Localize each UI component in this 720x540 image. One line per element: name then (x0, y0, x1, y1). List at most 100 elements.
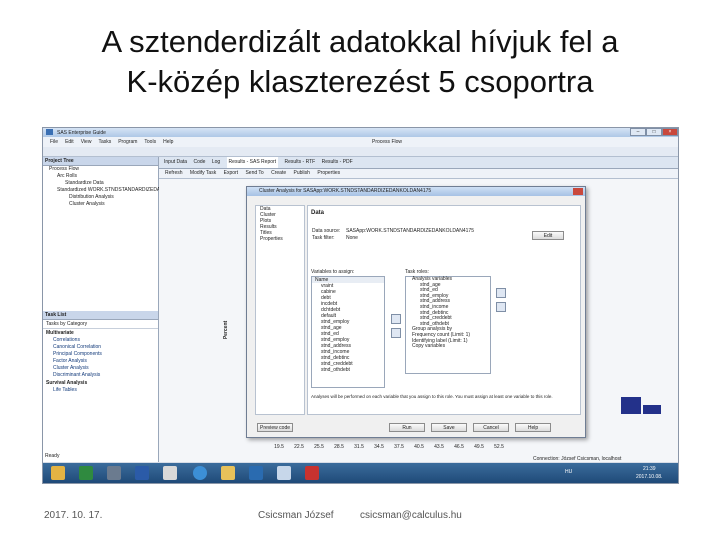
variables-list[interactable]: Name vraint cabine debt incdebt dchtdebt… (311, 276, 385, 388)
preview-code-button[interactable]: Preview code (257, 423, 293, 432)
histogram-bar (643, 405, 661, 414)
acrobat-icon[interactable] (305, 466, 319, 480)
task-section-multivariate: Multivariate (46, 330, 74, 336)
task-roles-list[interactable]: Analysis variables stnd_age stnd_ed stnd… (405, 276, 491, 374)
task-item[interactable]: Cluster Analysis (43, 365, 158, 372)
sas-icon[interactable] (163, 466, 177, 480)
explorer-icon[interactable] (51, 466, 65, 480)
histogram-bar (621, 397, 641, 414)
tab-log[interactable]: Log (212, 157, 220, 168)
menu-program[interactable]: Program (118, 137, 137, 147)
maximize-button[interactable]: □ (646, 128, 662, 136)
help-button[interactable]: Help (515, 423, 551, 432)
move-up-button[interactable] (496, 288, 506, 298)
publish-menu[interactable]: Publish (294, 169, 310, 178)
sas-screenshot: SAS Enterprise Guide – □ × File Edit View T… (42, 127, 679, 484)
send-to-menu[interactable]: Send To (245, 169, 263, 178)
tab-code[interactable]: Code (193, 157, 205, 168)
export-menu[interactable]: Export (224, 169, 238, 178)
tree-item[interactable]: Arc Rolls (43, 173, 158, 180)
internet-explorer-icon[interactable] (193, 466, 207, 480)
task-item[interactable]: Discriminant Analysis (43, 372, 158, 379)
menu-tools[interactable]: Tools (144, 137, 156, 147)
tab-results-rtf[interactable]: Results - RTF (284, 157, 315, 168)
modify-task-button[interactable]: Modify Task (190, 169, 216, 178)
x-tick: 22.5 (294, 444, 304, 450)
menu-tasks[interactable]: Tasks (98, 137, 111, 147)
calculator-icon[interactable] (107, 466, 121, 480)
tree-item[interactable]: Distribution Analysis (43, 194, 158, 201)
role-note: Analyses will be performed on each varia… (311, 394, 553, 399)
slide-title: A sztenderdizált adatokkal hívjuk fel a … (0, 22, 720, 102)
tree-item[interactable]: Process Flow (43, 166, 158, 173)
app-title: SAS Enterprise Guide (57, 130, 106, 136)
task-item[interactable]: Canonical Correlation (43, 344, 158, 351)
menu-file[interactable]: File (50, 137, 58, 147)
role-item[interactable]: Copy variables (406, 344, 490, 350)
x-tick: 25.5 (314, 444, 324, 450)
slide-title-line1: A sztenderdizált adatokkal hívjuk fel a (101, 24, 619, 59)
result-toolbar: Refresh Modify Task Export Send To Creat… (159, 169, 678, 179)
excel-icon[interactable] (79, 466, 93, 480)
dialog-nav: Data Cluster Plots Results Titles Proper… (255, 205, 305, 415)
refresh-button[interactable]: Refresh (165, 169, 183, 178)
paint-icon[interactable] (277, 466, 291, 480)
variable-item[interactable]: stnd_othdebt (312, 367, 384, 373)
app-titlebar: SAS Enterprise Guide – □ × (43, 128, 678, 137)
task-section-survival: Survival Analysis (46, 380, 88, 386)
minimize-button[interactable]: – (630, 128, 646, 136)
task-sort-dropdown[interactable]: Tasks by Category (43, 320, 158, 329)
result-tabs: Input Data Code Log Results - SAS Report… (159, 157, 678, 169)
task-item[interactable]: Correlations (43, 337, 158, 344)
task-filter-label: Task filter: (312, 235, 335, 241)
tree-item[interactable]: Standardized WORK.STNDSTANDARDIZEDANKOLD… (43, 187, 196, 194)
task-item[interactable]: Factor Analysis (43, 358, 158, 365)
x-tick: 49.5 (474, 444, 484, 450)
menu-view[interactable]: View (81, 137, 92, 147)
slide-title-line2: K-közép klaszterezést 5 csoportra (126, 64, 594, 99)
section-heading: Data (311, 210, 325, 216)
tree-item[interactable]: Standardize Data (43, 180, 158, 187)
tab-input-data[interactable]: Input Data (164, 157, 187, 168)
language-indicator[interactable]: HU (565, 469, 572, 475)
menu-edit[interactable]: Edit (65, 137, 74, 147)
close-button[interactable]: × (662, 128, 678, 136)
cancel-button[interactable]: Cancel (473, 423, 509, 432)
run-button[interactable]: Run (389, 423, 425, 432)
remove-arrow-button[interactable] (391, 328, 401, 338)
task-filter-value: None (346, 235, 358, 241)
media-player-icon[interactable] (249, 466, 263, 480)
roles-label: Task roles: (405, 269, 429, 275)
save-button[interactable]: Save (431, 423, 467, 432)
dialog-title: Cluster Analysis for SASApp:WORK.STNDSTA… (247, 187, 585, 196)
task-item[interactable]: Life Tables (43, 387, 158, 394)
clock-time[interactable]: 21:39 (643, 466, 656, 472)
edit-button[interactable]: Edit (532, 231, 564, 240)
data-source-label: Data source: (312, 228, 341, 234)
create-menu[interactable]: Create (271, 169, 286, 178)
folder-icon[interactable] (221, 466, 235, 480)
app-icon (46, 129, 53, 135)
menu-help[interactable]: Help (163, 137, 173, 147)
task-item[interactable]: Principal Components (43, 351, 158, 358)
clock-date[interactable]: 2017.10.08. (636, 474, 662, 480)
tab-results-pdf[interactable]: Results - PDF (322, 157, 353, 168)
project-tree: Process Flow Arc Rolls Standardize Data … (43, 166, 196, 311)
windows-taskbar: HU 21:39 2017.10.08. (43, 463, 678, 483)
vars-label: Variables to assign: (311, 269, 355, 275)
x-tick: 19.5 (274, 444, 284, 450)
process-flow-selector[interactable]: Process Flow (372, 137, 402, 147)
assign-arrow-button[interactable] (391, 314, 401, 324)
project-tree-header: Project Tree (43, 157, 158, 166)
tab-results-sas-report[interactable]: Results - SAS Report (226, 157, 279, 168)
menu-bar: File Edit View Tasks Program Tools Help Proces… (43, 137, 678, 147)
x-tick: 28.5 (334, 444, 344, 450)
x-tick: 52.5 (494, 444, 504, 450)
tree-item[interactable]: Cluster Analysis (43, 201, 158, 208)
properties-button[interactable]: Properties (317, 169, 340, 178)
dialog-close-button[interactable] (573, 188, 583, 195)
word-icon[interactable] (135, 466, 149, 480)
nav-properties[interactable]: Properties (256, 236, 304, 242)
status-connection: Connection: József Csicsman, localhost (533, 456, 622, 462)
move-down-button[interactable] (496, 302, 506, 312)
